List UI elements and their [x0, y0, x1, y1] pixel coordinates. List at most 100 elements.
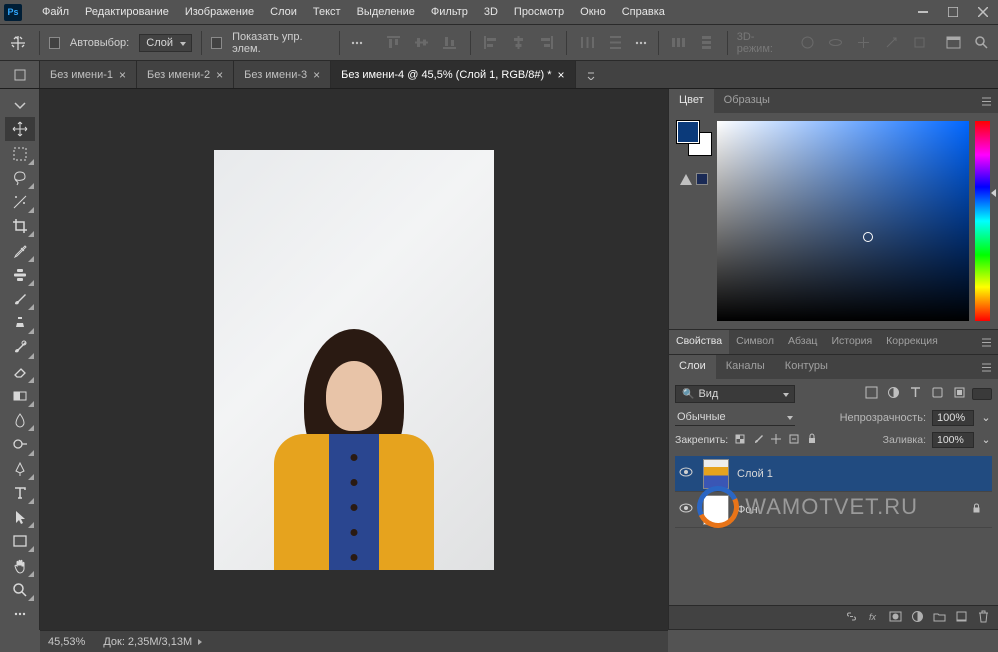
visibility-icon[interactable]	[679, 465, 695, 482]
filter-type-icon[interactable]	[909, 386, 922, 402]
link-layers-icon[interactable]	[845, 610, 858, 626]
eyedropper-tool[interactable]	[5, 238, 35, 262]
properties-tab[interactable]: Свойства	[669, 330, 729, 354]
lasso-tool[interactable]	[5, 166, 35, 190]
history-tab[interactable]: История	[824, 330, 879, 354]
chevron-down-icon[interactable]: ⌄	[980, 411, 992, 424]
layer-thumbnail[interactable]	[703, 495, 729, 525]
document-tab-1[interactable]: Без имени-1×	[40, 61, 137, 88]
menu-select[interactable]: Выделение	[349, 2, 423, 22]
adjustments-tab[interactable]: Коррекция	[879, 330, 945, 354]
search-icon[interactable]	[970, 31, 992, 55]
paths-tab[interactable]: Контуры	[775, 355, 838, 379]
type-tool[interactable]	[5, 481, 35, 505]
auto-select-checkbox[interactable]	[49, 37, 60, 49]
character-tab[interactable]: Символ	[729, 330, 781, 354]
healing-brush-tool[interactable]	[5, 263, 35, 287]
align-left-icon[interactable]	[479, 31, 501, 55]
chevron-down-icon[interactable]: ⌄	[980, 434, 992, 446]
lock-position-icon[interactable]	[770, 433, 782, 448]
gradient-tool[interactable]	[5, 384, 35, 408]
menu-filter[interactable]: Фильтр	[423, 2, 476, 22]
history-brush-tool[interactable]	[5, 335, 35, 359]
lock-artboard-icon[interactable]	[788, 433, 800, 448]
canvas[interactable]	[40, 89, 668, 630]
color-field[interactable]	[717, 121, 969, 321]
marquee-tool[interactable]	[5, 141, 35, 165]
hue-slider[interactable]	[975, 121, 990, 321]
workspace-layout-icon[interactable]	[942, 31, 964, 55]
delete-layer-icon[interactable]	[977, 610, 990, 626]
clone-stamp-tool[interactable]	[5, 311, 35, 335]
menu-view[interactable]: Просмотр	[506, 2, 572, 22]
align-hcenter-icon[interactable]	[507, 31, 529, 55]
color-tab[interactable]: Цвет	[669, 89, 714, 113]
document-tab-4[interactable]: Без имени-4 @ 45,5% (Слой 1, RGB/8#) *×	[331, 61, 575, 88]
align-right-icon[interactable]	[535, 31, 557, 55]
rectangle-tool[interactable]	[5, 529, 35, 553]
visibility-icon[interactable]	[679, 501, 695, 518]
minimize-button[interactable]	[912, 4, 934, 20]
layers-tab[interactable]: Слои	[669, 355, 716, 379]
layer-filter-select[interactable]: 🔍Вид	[675, 385, 795, 403]
filter-smart-icon[interactable]	[953, 386, 966, 402]
gamut-warning[interactable]	[680, 173, 708, 185]
pen-tool[interactable]	[5, 457, 35, 481]
paragraph-tab[interactable]: Абзац	[781, 330, 824, 354]
group-layers-icon[interactable]	[933, 610, 946, 626]
menu-help[interactable]: Справка	[614, 2, 673, 22]
eraser-tool[interactable]	[5, 360, 35, 384]
more-options-icon[interactable]	[349, 30, 366, 56]
menu-layers[interactable]: Слои	[262, 2, 305, 22]
brush-tool[interactable]	[5, 287, 35, 311]
foreground-swatch[interactable]	[677, 121, 699, 143]
document-tab-3[interactable]: Без имени-3×	[234, 61, 331, 88]
dodge-tool[interactable]	[5, 432, 35, 456]
tab-overflow-icon[interactable]	[576, 61, 606, 88]
layer-item-1[interactable]: Слой 1	[675, 456, 992, 492]
document-tab-2[interactable]: Без имени-2×	[137, 61, 234, 88]
active-tool-icon[interactable]	[6, 30, 30, 56]
close-icon[interactable]: ×	[216, 68, 223, 82]
menu-text[interactable]: Текст	[305, 2, 349, 22]
layer-style-icon[interactable]: fx	[867, 610, 880, 626]
align-vcenter-icon[interactable]	[411, 31, 433, 55]
align-more-icon[interactable]	[632, 30, 649, 56]
home-button[interactable]	[0, 61, 40, 88]
document-canvas[interactable]	[214, 150, 494, 570]
menu-edit[interactable]: Редактирование	[77, 2, 177, 22]
opacity-input[interactable]: 100%	[932, 410, 974, 426]
zoom-tool[interactable]	[5, 578, 35, 602]
close-icon[interactable]: ×	[558, 68, 565, 82]
menu-3d[interactable]: 3D	[476, 2, 506, 22]
filter-toggle[interactable]	[972, 388, 992, 400]
chevron-right-icon[interactable]	[196, 636, 202, 648]
move-tool[interactable]	[5, 117, 35, 141]
crop-tool[interactable]	[5, 214, 35, 238]
distribute-v-icon[interactable]	[604, 31, 626, 55]
blend-mode-select[interactable]: Обычные	[675, 409, 795, 426]
filter-pixel-icon[interactable]	[865, 386, 878, 402]
distribute-spacing-v-icon[interactable]	[696, 31, 718, 55]
layer-name[interactable]: Фон	[737, 504, 758, 516]
distribute-h-icon[interactable]	[576, 31, 598, 55]
adjustment-layer-icon[interactable]	[911, 610, 924, 626]
layer-thumbnail[interactable]	[703, 459, 729, 489]
align-bottom-icon[interactable]	[439, 31, 461, 55]
toolbar-more-icon[interactable]	[5, 602, 35, 626]
lock-all-icon[interactable]	[806, 433, 818, 448]
align-top-icon[interactable]	[383, 31, 405, 55]
close-icon[interactable]: ×	[119, 68, 126, 82]
filter-adjustment-icon[interactable]	[887, 386, 900, 402]
fill-input[interactable]: 100%	[932, 432, 974, 448]
blur-tool[interactable]	[5, 408, 35, 432]
lock-paint-icon[interactable]	[752, 433, 764, 448]
doc-info[interactable]: Док: 2,35M/3,13M	[103, 636, 192, 648]
path-selection-tool[interactable]	[5, 505, 35, 529]
menu-file[interactable]: Файл	[34, 2, 77, 22]
toolbar-collapse-icon[interactable]	[5, 93, 35, 117]
new-layer-icon[interactable]	[955, 610, 968, 626]
panel-menu-icon[interactable]	[974, 330, 998, 354]
panel-menu-icon[interactable]	[974, 89, 998, 113]
zoom-value[interactable]: 45,53%	[48, 636, 85, 648]
